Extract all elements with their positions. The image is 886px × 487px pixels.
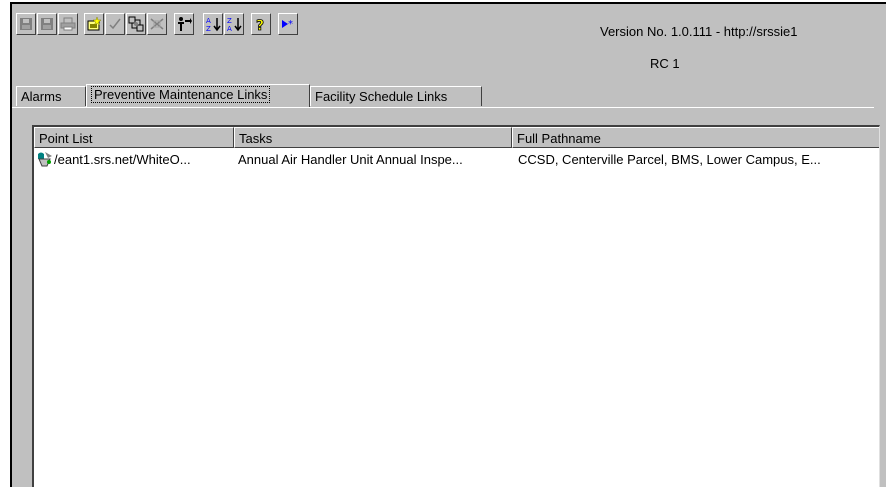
column-header-tasks[interactable]: Tasks [234, 127, 512, 148]
cell-point-list: /eant1.srs.net/WhiteO... [54, 152, 191, 167]
cancel-links-icon [150, 18, 164, 30]
tab-panel-border [12, 107, 874, 108]
sort-ascending-button[interactable]: AZ [203, 13, 223, 35]
release-label: RC 1 [650, 56, 680, 71]
person-arrow-button[interactable] [174, 13, 194, 35]
save-button[interactable] [16, 13, 36, 35]
point-link-icon [36, 150, 54, 171]
cell-tasks: Annual Air Handler Unit Annual Inspe... [238, 152, 463, 167]
disk-icon [20, 18, 32, 30]
print-icon [60, 17, 76, 31]
svg-text:?: ? [256, 18, 264, 32]
column-header-full-pathname[interactable]: Full Pathname [512, 127, 879, 148]
print-button[interactable] [58, 13, 78, 35]
svg-text:A: A [227, 25, 232, 32]
tab-facility-schedule-links[interactable]: Facility Schedule Links [310, 86, 482, 106]
help-icon: ? [256, 18, 265, 32]
check-button[interactable] [105, 13, 125, 35]
tab-alarms[interactable]: Alarms [16, 86, 86, 106]
new-item-button[interactable] [84, 13, 104, 35]
tab-strip: Alarms Preventive Maintenance Links Faci… [16, 84, 876, 108]
tab-alarms-label: Alarms [21, 89, 62, 104]
svg-text:*: * [288, 19, 293, 30]
svg-text:A: A [206, 17, 211, 25]
help-button[interactable]: ? [251, 13, 271, 35]
disk-icon [41, 18, 53, 30]
table-row[interactable]: /eant1.srs.net/WhiteO... Annual Air Hand… [34, 149, 879, 169]
go-to-new-record-button[interactable]: * [278, 13, 298, 35]
cancel-links-button[interactable] [147, 13, 167, 35]
tab-facility-schedule-links-label: Facility Schedule Links [315, 89, 448, 104]
svg-text:Z: Z [206, 25, 211, 32]
checkmark-icon [109, 18, 121, 30]
play-star-icon: * [282, 19, 293, 30]
toolbar: AZ ZA ? * Version No. 1.0.111 - http://s… [12, 4, 886, 71]
sort-ascending-icon: AZ [206, 17, 221, 32]
main-window: AZ ZA ? * Version No. 1.0.111 - http://s… [10, 2, 886, 487]
version-label: Version No. 1.0.111 - http://srssie1 [600, 24, 798, 39]
column-header-point-list[interactable]: Point List [34, 127, 234, 148]
person-arrow-icon [178, 17, 192, 31]
cell-full-pathname: CCSD, Centerville Parcel, BMS, Lower Cam… [518, 152, 821, 167]
tab-preventive-maintenance-links-label: Preventive Maintenance Links [91, 86, 271, 103]
tab-preventive-maintenance-links[interactable]: Preventive Maintenance Links [86, 84, 310, 108]
links-list[interactable]: Point List Tasks Full Pathname /eant1.sr… [32, 125, 880, 487]
sort-descending-icon: ZA [227, 17, 242, 32]
sort-descending-button[interactable]: ZA [224, 13, 244, 35]
new-item-icon [87, 16, 102, 31]
list-header: Point List Tasks Full Pathname [34, 127, 879, 148]
links-icon [128, 16, 144, 32]
save-all-button[interactable] [37, 13, 57, 35]
links-button[interactable] [126, 13, 146, 35]
svg-text:Z: Z [227, 17, 232, 25]
